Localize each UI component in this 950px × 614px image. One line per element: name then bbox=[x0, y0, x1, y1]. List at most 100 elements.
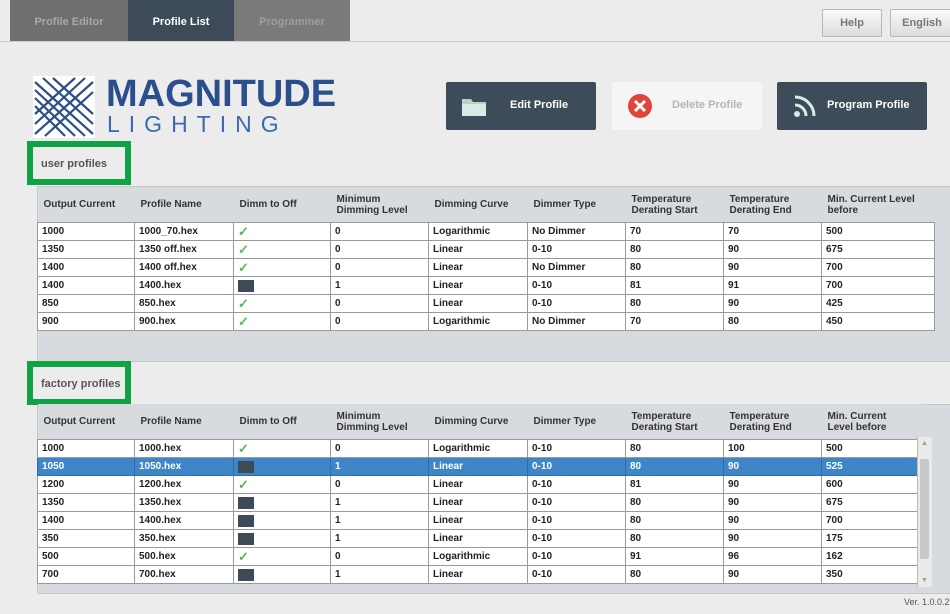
table-cell[interactable]: 1200 bbox=[37, 475, 135, 494]
table-cell[interactable]: 700 bbox=[37, 565, 135, 584]
table-cell[interactable]: 0-10 bbox=[527, 439, 626, 458]
column-header[interactable]: Dimming Curve bbox=[428, 404, 528, 440]
table-cell[interactable]: 0-10 bbox=[527, 529, 626, 548]
table-cell[interactable]: Linear bbox=[428, 493, 528, 512]
table-cell[interactable]: 700 bbox=[821, 258, 935, 277]
table-cell[interactable]: 0 bbox=[330, 294, 429, 313]
table-cell[interactable]: 1 bbox=[330, 457, 429, 476]
table-cell[interactable]: 70 bbox=[625, 222, 724, 241]
checkmark-icon[interactable]: ✓ bbox=[238, 243, 254, 256]
column-header[interactable]: Output Current bbox=[37, 187, 135, 223]
dimm-to-off-checkbox[interactable]: ✓ bbox=[233, 312, 331, 331]
table-row[interactable]: 850 850.hex ✓ 0 Linear 0-10 80 90 425 bbox=[37, 294, 935, 313]
table-cell[interactable]: 90 bbox=[723, 240, 822, 259]
column-header[interactable]: Temperature Derating End bbox=[723, 404, 822, 440]
tab-profile-editor[interactable]: Profile Editor bbox=[10, 0, 128, 41]
table-cell[interactable]: 1000 bbox=[37, 439, 135, 458]
table-cell[interactable]: 1 bbox=[330, 511, 429, 530]
table-cell[interactable]: 0 bbox=[330, 547, 429, 566]
table-cell[interactable]: 0-10 bbox=[527, 475, 626, 494]
table-cell[interactable]: 100 bbox=[723, 439, 822, 458]
table-cell[interactable]: 675 bbox=[821, 240, 935, 259]
table-cell[interactable]: 675 bbox=[821, 493, 921, 512]
table-cell[interactable]: 1400 off.hex bbox=[134, 258, 234, 277]
checkmark-icon[interactable]: ✓ bbox=[238, 261, 254, 274]
dimm-to-off-checkbox[interactable] bbox=[233, 493, 331, 512]
table-row[interactable]: 1400 1400.hex 1 Linear 0-10 80 90 700 bbox=[37, 511, 921, 530]
unchecked-box-icon[interactable] bbox=[238, 496, 254, 509]
table-cell[interactable]: No Dimmer bbox=[527, 222, 626, 241]
table-cell[interactable]: 80 bbox=[625, 457, 724, 476]
table-cell[interactable]: 0-10 bbox=[527, 511, 626, 530]
table-cell[interactable]: Logarithmic bbox=[428, 439, 528, 458]
table-cell[interactable]: Linear bbox=[428, 240, 528, 259]
table-cell[interactable]: 350 bbox=[37, 529, 135, 548]
table-cell[interactable]: 90 bbox=[723, 294, 822, 313]
table-cell[interactable]: 80 bbox=[625, 529, 724, 548]
table-cell[interactable]: 1050 bbox=[37, 457, 135, 476]
column-header[interactable]: Temperature Derating Start bbox=[625, 187, 724, 223]
table-row[interactable]: 1400 1400.hex 1 Linear 0-10 81 91 700 bbox=[37, 276, 935, 295]
table-cell[interactable]: 1350 off.hex bbox=[134, 240, 234, 259]
table-cell[interactable]: 90 bbox=[723, 457, 822, 476]
table-cell[interactable]: 1050.hex bbox=[134, 457, 234, 476]
checkmark-icon[interactable]: ✓ bbox=[238, 442, 254, 455]
table-cell[interactable]: 70 bbox=[625, 312, 724, 331]
dimm-to-off-checkbox[interactable]: ✓ bbox=[233, 294, 331, 313]
table-cell[interactable]: 700 bbox=[821, 276, 935, 295]
table-cell[interactable]: 700 bbox=[821, 511, 921, 530]
table-row[interactable]: 1400 1400 off.hex ✓ 0 Linear No Dimmer 80 90 700 bbox=[37, 258, 935, 277]
table-cell[interactable]: 81 bbox=[625, 475, 724, 494]
table-cell[interactable]: 80 bbox=[625, 565, 724, 584]
table-row[interactable]: 700 700.hex 1 Linear 0-10 80 90 350 bbox=[37, 565, 921, 584]
edit-profile-button[interactable]: Edit Profile bbox=[446, 82, 596, 130]
table-cell[interactable]: 425 bbox=[821, 294, 935, 313]
dimm-to-off-checkbox[interactable]: ✓ bbox=[233, 439, 331, 458]
dimm-to-off-checkbox[interactable] bbox=[233, 457, 331, 476]
column-header[interactable]: Temperature Derating Start bbox=[625, 404, 724, 440]
unchecked-box-icon[interactable] bbox=[238, 514, 254, 527]
table-cell[interactable]: 850.hex bbox=[134, 294, 234, 313]
dimm-to-off-checkbox[interactable] bbox=[233, 276, 331, 295]
tab-programmer[interactable]: Programmer bbox=[234, 0, 350, 41]
unchecked-box-icon[interactable] bbox=[238, 279, 254, 292]
table-cell[interactable]: 0 bbox=[330, 240, 429, 259]
table-row[interactable]: 1350 1350 off.hex ✓ 0 Linear 0-10 80 90 675 bbox=[37, 240, 935, 259]
table-cell[interactable]: 0-10 bbox=[527, 276, 626, 295]
scroll-down-icon[interactable]: ▼ bbox=[921, 577, 928, 584]
table-cell[interactable]: 900 bbox=[37, 312, 135, 331]
table-cell[interactable]: 450 bbox=[821, 312, 935, 331]
table-cell[interactable]: 96 bbox=[723, 547, 822, 566]
table-row[interactable]: 1000 1000.hex ✓ 0 Logarithmic 0-10 80 100 500 bbox=[37, 439, 921, 458]
table-cell[interactable]: 0 bbox=[330, 258, 429, 277]
column-header[interactable]: Minimum Dimming Level bbox=[330, 404, 429, 440]
table-cell[interactable]: Linear bbox=[428, 565, 528, 584]
table-row[interactable]: 1050 1050.hex 1 Linear 0-10 80 90 525 bbox=[37, 457, 921, 476]
table-cell[interactable]: 90 bbox=[723, 258, 822, 277]
table-cell[interactable]: Linear bbox=[428, 276, 528, 295]
checkmark-icon[interactable]: ✓ bbox=[238, 550, 254, 563]
table-cell[interactable]: 1 bbox=[330, 493, 429, 512]
column-header[interactable]: Minimum Dimming Level bbox=[330, 187, 429, 223]
table-cell[interactable]: Linear bbox=[428, 529, 528, 548]
table-cell[interactable]: 850 bbox=[37, 294, 135, 313]
table-cell[interactable]: 70 bbox=[723, 222, 822, 241]
table-cell[interactable]: 90 bbox=[723, 511, 822, 530]
table-cell[interactable]: 90 bbox=[723, 475, 822, 494]
table-cell[interactable]: 500 bbox=[821, 222, 935, 241]
table-cell[interactable]: 80 bbox=[625, 258, 724, 277]
dimm-to-off-checkbox[interactable] bbox=[233, 529, 331, 548]
unchecked-box-icon[interactable] bbox=[238, 460, 254, 473]
table-cell[interactable]: 525 bbox=[821, 457, 921, 476]
scroll-up-icon[interactable]: ▲ bbox=[921, 440, 928, 447]
column-header[interactable]: Dimmer Type bbox=[527, 404, 626, 440]
table-cell[interactable]: 500 bbox=[821, 439, 921, 458]
table-cell[interactable]: 80 bbox=[625, 439, 724, 458]
table-cell[interactable]: 90 bbox=[723, 493, 822, 512]
dimm-to-off-checkbox[interactable]: ✓ bbox=[233, 240, 331, 259]
table-cell[interactable]: Linear bbox=[428, 294, 528, 313]
column-header[interactable]: Output Current bbox=[37, 404, 135, 440]
table-cell[interactable]: 0-10 bbox=[527, 547, 626, 566]
table-cell[interactable]: 80 bbox=[625, 511, 724, 530]
table-cell[interactable]: 81 bbox=[625, 276, 724, 295]
